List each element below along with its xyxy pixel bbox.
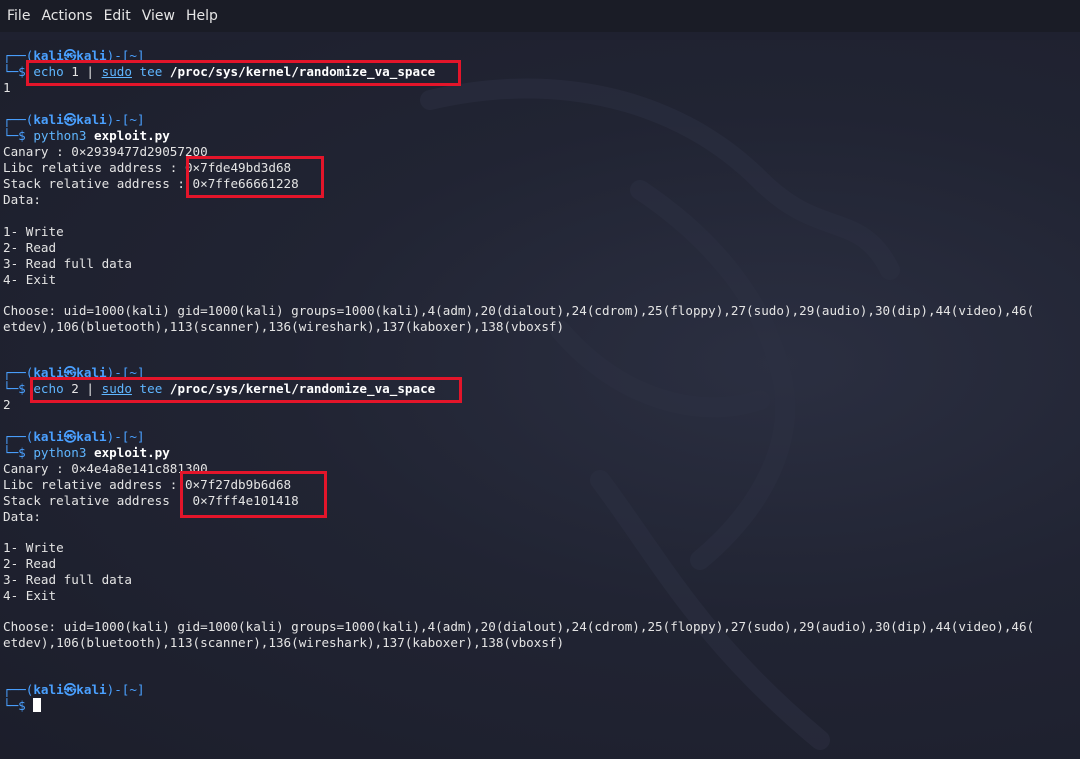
menu-option-read: 2- Read bbox=[3, 556, 57, 571]
menu-option-exit: 4- Exit bbox=[3, 272, 57, 287]
command-line: └─$ python3 exploit.py bbox=[3, 445, 170, 460]
menu-bar: File Actions Edit View Help bbox=[0, 0, 1080, 32]
prompt-line-top: ┌──(kali㉿kali)-[~] bbox=[3, 682, 145, 697]
active-command-line[interactable]: └─$ bbox=[3, 698, 42, 714]
canary-output: Canary : 0×4e4a8e141c881300 bbox=[3, 461, 208, 476]
canary-output: Canary : 0×2939477d29057200 bbox=[3, 144, 208, 159]
menu-option-exit: 4- Exit bbox=[3, 588, 57, 603]
choose-output: Choose: uid=1000(kali) gid=1000(kali) gr… bbox=[3, 303, 1035, 318]
menu-option-read-full: 3- Read full data bbox=[3, 572, 132, 587]
command-line: └─$ echo 1 | sudo tee /proc/sys/kernel/r… bbox=[3, 64, 436, 79]
menu-help[interactable]: Help bbox=[179, 0, 222, 32]
command-output: 1 bbox=[3, 80, 11, 95]
text-cursor bbox=[33, 698, 42, 712]
command-line: └─$ echo 2 | sudo tee /proc/sys/kernel/r… bbox=[3, 381, 436, 396]
terminal-output[interactable]: ┌──(kali㉿kali)-[~] └─$ echo 1 | sudo tee… bbox=[0, 40, 1080, 759]
choose-output-cont: etdev),106(bluetooth),113(scanner),136(w… bbox=[3, 635, 565, 650]
menu-option-write: 1- Write bbox=[3, 540, 64, 555]
choose-output: Choose: uid=1000(kali) gid=1000(kali) gr… bbox=[3, 619, 1035, 634]
prompt-line-top: ┌──(kali㉿kali)-[~] bbox=[3, 112, 145, 127]
prompt-line-top: ┌──(kali㉿kali)-[~] bbox=[3, 429, 145, 444]
libc-address-output: Libc relative address : 0×7fde49bd3d68 bbox=[3, 160, 292, 175]
menu-edit[interactable]: Edit bbox=[97, 0, 135, 32]
stack-address-output: Stack relative address : 0×7fff4e101418 bbox=[3, 493, 299, 508]
menu-option-read: 2- Read bbox=[3, 240, 57, 255]
menu-file[interactable]: File bbox=[0, 0, 34, 32]
choose-output-cont: etdev),106(bluetooth),113(scanner),136(w… bbox=[3, 319, 565, 334]
data-label: Data: bbox=[3, 509, 41, 524]
command-output: 2 bbox=[3, 397, 11, 412]
menu-view[interactable]: View bbox=[135, 0, 179, 32]
prompt-line-top: ┌──(kali㉿kali)-[~] bbox=[3, 365, 145, 380]
menu-option-write: 1- Write bbox=[3, 224, 64, 239]
stack-address-output: Stack relative address : 0×7ffe66661228 bbox=[3, 176, 299, 191]
command-line: └─$ python3 exploit.py bbox=[3, 128, 170, 143]
menu-option-read-full: 3- Read full data bbox=[3, 256, 132, 271]
data-label: Data: bbox=[3, 192, 41, 207]
libc-address-output: Libc relative address : 0×7f27db9b6d68 bbox=[3, 477, 292, 492]
prompt-line-top: ┌──(kali㉿kali)-[~] bbox=[3, 48, 145, 63]
menu-actions[interactable]: Actions bbox=[34, 0, 96, 32]
